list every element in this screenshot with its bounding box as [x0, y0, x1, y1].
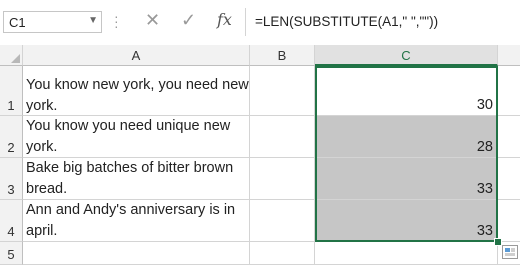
- enter-icon[interactable]: ✓: [181, 10, 196, 31]
- cell-a3-text: Bake big batches of bitter brown bread.: [26, 160, 234, 197]
- cell-a2[interactable]: You know you need unique new york.: [23, 116, 250, 158]
- cell-a5[interactable]: [23, 242, 250, 265]
- drag-handle-icon[interactable]: · · ·: [114, 9, 119, 33]
- row-header-3[interactable]: 3: [0, 158, 23, 200]
- select-all-triangle-icon: [11, 54, 20, 63]
- column-header-c[interactable]: C: [315, 45, 498, 66]
- cell-b4[interactable]: [250, 200, 315, 242]
- cell-d4[interactable]: [498, 200, 520, 242]
- fill-handle[interactable]: [494, 238, 502, 246]
- cell-c1-value: 30: [476, 97, 493, 113]
- cell-b5[interactable]: [250, 242, 315, 265]
- cell-c4-value: 33: [476, 223, 493, 239]
- cell-b3[interactable]: [250, 158, 315, 200]
- row-header-4[interactable]: 4: [0, 200, 23, 242]
- formula-bar: C1 ▼ · · · ✕ ✓ fx =LEN(SUBSTITUTE(A1," ","…: [0, 0, 520, 44]
- column-header-d[interactable]: [498, 45, 520, 66]
- name-box-value: C1: [9, 15, 26, 30]
- chevron-down-icon[interactable]: ▼: [88, 15, 98, 26]
- formula-text: =LEN(SUBSTITUTE(A1," ","")): [255, 14, 439, 29]
- cancel-icon[interactable]: ✕: [145, 10, 160, 31]
- cell-c1[interactable]: 30: [315, 66, 498, 116]
- row-header-1[interactable]: 1: [0, 66, 23, 116]
- formula-input[interactable]: =LEN(SUBSTITUTE(A1," ","")): [245, 8, 520, 36]
- select-all-button[interactable]: [0, 45, 23, 66]
- cell-d3[interactable]: [498, 158, 520, 200]
- column-header-b[interactable]: B: [250, 45, 315, 66]
- cell-c2-value: 28: [476, 139, 493, 155]
- cell-c3-value: 33: [476, 181, 493, 197]
- cell-c3[interactable]: 33: [315, 158, 498, 200]
- cell-a1-text: You know new york, you need new york.: [26, 77, 249, 114]
- cell-c5[interactable]: [315, 242, 498, 265]
- cell-a4-text: Ann and Andy's anniversary is in april.: [26, 202, 236, 239]
- cell-b1[interactable]: [250, 66, 315, 116]
- cell-d2[interactable]: [498, 116, 520, 158]
- cell-c4[interactable]: 33: [315, 200, 498, 242]
- quick-analysis-icon[interactable]: [502, 245, 518, 259]
- column-header-a[interactable]: A: [23, 45, 250, 66]
- cell-a2-text: You know you need unique new york.: [26, 118, 231, 155]
- cell-a3[interactable]: Bake big batches of bitter brown bread.: [23, 158, 250, 200]
- row-header-5[interactable]: 5: [0, 242, 23, 265]
- cell-d1[interactable]: [498, 66, 520, 116]
- cell-a4[interactable]: Ann and Andy's anniversary is in april.: [23, 200, 250, 242]
- cell-a1[interactable]: You know new york, you need new york.: [23, 66, 250, 116]
- name-box[interactable]: C1 ▼: [3, 11, 102, 33]
- cell-c2[interactable]: 28: [315, 116, 498, 158]
- insert-function-icon[interactable]: fx: [217, 10, 232, 29]
- cell-b2[interactable]: [250, 116, 315, 158]
- row-header-2[interactable]: 2: [0, 116, 23, 158]
